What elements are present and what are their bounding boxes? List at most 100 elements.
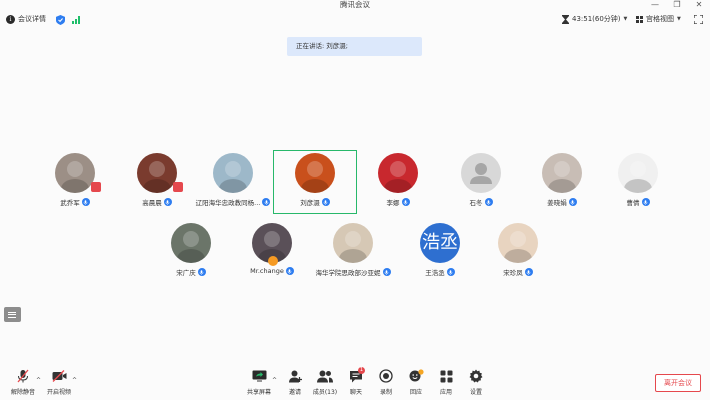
participant-name-row: 李娜 bbox=[356, 197, 440, 207]
participant-tile[interactable]: 曹倩 bbox=[596, 150, 680, 214]
chevron-up-icon[interactable]: ^ bbox=[272, 377, 277, 384]
device-badge-icon bbox=[173, 182, 183, 192]
share-screen-icon bbox=[252, 370, 266, 382]
participant-name: 姜晓娟 bbox=[547, 199, 567, 207]
bottom-toolbar: 解除静音 ^ 开启视频 ^ 共享屏幕 ^ 邀请 成员(13) 1 聊天 录制 回… bbox=[0, 367, 710, 398]
participant-name-row: Mr.change bbox=[230, 267, 314, 275]
mic-status-icon bbox=[446, 268, 455, 276]
device-badge-icon bbox=[268, 256, 278, 266]
members-label: 成员(13) bbox=[312, 389, 338, 396]
leave-meeting-button[interactable]: 离开会议 bbox=[655, 374, 701, 392]
mic-icon bbox=[643, 199, 648, 205]
participant-tile[interactable]: 石冬 bbox=[439, 150, 523, 214]
mic-icon bbox=[264, 199, 269, 205]
speaking-indicator: 正在讲话: 刘彦滠; bbox=[287, 37, 422, 56]
participant-name: 石冬 bbox=[469, 199, 483, 207]
info-icon: i bbox=[6, 14, 15, 24]
mic-status-icon bbox=[163, 198, 172, 206]
participant-tile[interactable]: 辽阳海华忠政教同杨... bbox=[191, 150, 275, 214]
participant-name-row: 宋珍凤 bbox=[476, 267, 560, 277]
network-signal-icon[interactable] bbox=[72, 16, 80, 24]
participant-name-row: 高晨晨 bbox=[115, 197, 199, 207]
participant-name: 宋广庆 bbox=[176, 269, 196, 277]
settings-button[interactable]: 设置 bbox=[459, 368, 493, 396]
participant-tile[interactable]: 宋广庆 bbox=[149, 220, 233, 284]
apps-button[interactable]: 应用 bbox=[429, 368, 463, 396]
avatar bbox=[137, 153, 177, 193]
participant-tile[interactable]: 宋珍凤 bbox=[476, 220, 560, 284]
participant-tile[interactable]: 姜晓娟 bbox=[520, 150, 604, 214]
profile-photo bbox=[624, 161, 652, 193]
profile-photo bbox=[504, 231, 532, 263]
participant-tile[interactable]: Mr.change bbox=[230, 220, 314, 284]
title-bar: 腾讯会议 — ❐ ✕ bbox=[0, 0, 710, 10]
reactions-button[interactable]: 回应 bbox=[399, 368, 433, 396]
avatar bbox=[171, 223, 211, 263]
top-bar: i 会议详情 43:51(60分钟) ▼ 宫格视图 ▼ bbox=[0, 12, 710, 28]
participant-tile[interactable]: 浩丞王浩丞 bbox=[398, 220, 482, 284]
mic-icon bbox=[165, 199, 170, 205]
side-panel-toggle[interactable] bbox=[4, 307, 21, 322]
participant-name: 刘彦滠 bbox=[300, 199, 320, 207]
settings-label: 设置 bbox=[469, 389, 482, 396]
participant-name: Mr.change bbox=[250, 267, 284, 275]
start-video-button[interactable]: 开启视频 bbox=[42, 368, 76, 396]
mic-status-icon bbox=[197, 268, 206, 276]
participant-name: 王浩丞 bbox=[425, 269, 445, 277]
participant-name: 辽阳海华忠政教同杨... bbox=[195, 199, 261, 207]
profile-photo bbox=[548, 161, 576, 193]
profile-photo bbox=[143, 161, 171, 193]
profile-photo bbox=[301, 161, 329, 193]
avatar: 浩丞 bbox=[420, 223, 460, 263]
chevron-up-icon[interactable]: ^ bbox=[36, 377, 41, 384]
app-title: 腾讯会议 bbox=[340, 0, 370, 9]
meeting-timer[interactable]: 43:51(60分钟) ▼ bbox=[562, 14, 627, 24]
mic-icon bbox=[287, 268, 292, 274]
fullscreen-icon[interactable] bbox=[694, 15, 703, 24]
record-button[interactable]: 录制 bbox=[369, 368, 403, 396]
profile-photo bbox=[384, 161, 412, 193]
participant-tile[interactable]: 李娜 bbox=[356, 150, 440, 214]
participant-name-row: 王浩丞 bbox=[398, 267, 482, 277]
mic-status-icon bbox=[382, 268, 391, 276]
view-switch-button[interactable]: 宫格视图 ▼ bbox=[636, 14, 681, 24]
mic-icon bbox=[83, 199, 88, 205]
mic-icon bbox=[526, 269, 531, 275]
avatar bbox=[333, 223, 373, 263]
participant-tile[interactable]: 刘彦滠 bbox=[273, 150, 357, 214]
chat-unread-badge: 1 bbox=[358, 367, 365, 374]
mic-icon bbox=[384, 269, 389, 275]
participant-name-row: 曹倩 bbox=[596, 197, 680, 207]
members-button[interactable]: 成员(13) bbox=[308, 368, 342, 396]
mic-status-icon bbox=[401, 198, 410, 206]
chevron-up-icon[interactable]: ^ bbox=[72, 377, 77, 384]
profile-photo bbox=[339, 231, 367, 263]
participant-name: 武乔军 bbox=[60, 199, 80, 207]
mic-status-icon bbox=[568, 198, 577, 206]
mic-muted-icon bbox=[17, 369, 29, 383]
meeting-info-button[interactable]: i 会议详情 bbox=[6, 14, 46, 24]
default-avatar-icon bbox=[470, 163, 492, 184]
profile-photo bbox=[219, 161, 247, 193]
mic-status-icon bbox=[81, 198, 90, 206]
restore-icon[interactable]: ❐ bbox=[672, 0, 682, 10]
unmute-button[interactable]: 解除静音 bbox=[6, 368, 40, 396]
avatar bbox=[378, 153, 418, 193]
invite-button[interactable]: 邀请 bbox=[278, 368, 312, 396]
invite-label: 邀请 bbox=[288, 389, 301, 396]
close-icon[interactable]: ✕ bbox=[694, 0, 704, 10]
meeting-info-label: 会议详情 bbox=[18, 15, 46, 23]
participant-name: 海华学院思政部沙亚妮 bbox=[315, 269, 381, 277]
reactions-label: 回应 bbox=[409, 389, 422, 396]
view-label: 宫格视图 bbox=[646, 15, 674, 23]
chat-button[interactable]: 1 聊天 bbox=[339, 367, 373, 396]
participant-tile[interactable]: 高晨晨 bbox=[115, 150, 199, 214]
participant-tile[interactable]: 海华学院思政部沙亚妮 bbox=[311, 220, 395, 284]
share-screen-button[interactable]: 共享屏幕 bbox=[242, 368, 276, 396]
mic-status-icon bbox=[484, 198, 493, 206]
participant-tile[interactable]: 武乔军 bbox=[33, 150, 117, 214]
mic-icon bbox=[323, 199, 328, 205]
minimize-icon[interactable]: — bbox=[650, 0, 660, 10]
shield-icon[interactable] bbox=[56, 15, 65, 25]
avatar bbox=[295, 153, 335, 193]
